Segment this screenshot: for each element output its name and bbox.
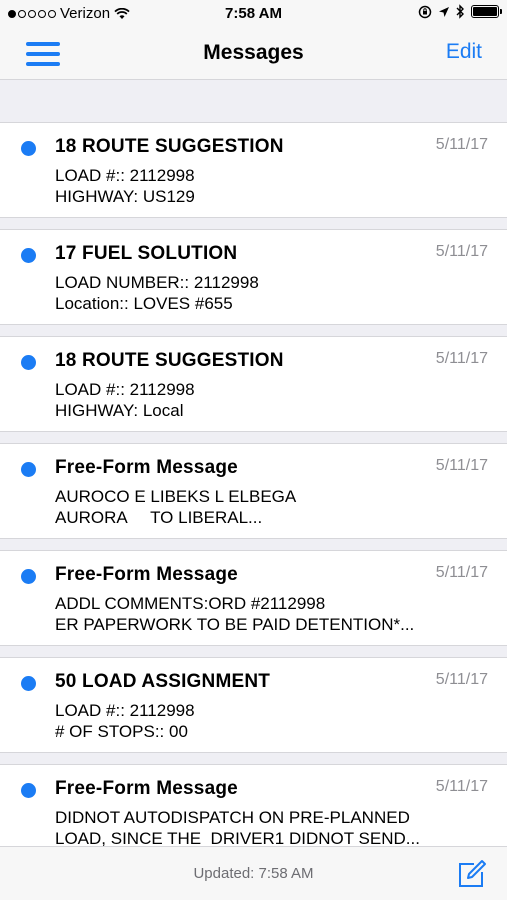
message-preview-line2: Location:: LOVES #655 xyxy=(55,294,233,313)
rotation-lock-icon xyxy=(418,5,432,18)
message-preview-line2: HIGHWAY: US129 xyxy=(55,187,195,206)
message-list: 18 ROUTE SUGGESTION 5/11/17 LOAD #:: 211… xyxy=(0,122,507,871)
unread-dot-icon xyxy=(21,462,36,477)
message-title: 18 ROUTE SUGGESTION xyxy=(55,136,284,157)
message-preview-line1: LOAD #:: 2112998 xyxy=(55,166,195,185)
message-title: Free-Form Message xyxy=(55,564,238,585)
message-row[interactable]: 18 ROUTE SUGGESTION 5/11/17 LOAD #:: 211… xyxy=(0,122,507,218)
message-preview-line2: HIGHWAY: Local xyxy=(55,401,184,420)
bottom-toolbar: Updated: 7:58 AM xyxy=(0,846,507,900)
message-date: 5/11/17 xyxy=(435,671,488,688)
message-title: 17 FUEL SOLUTION xyxy=(55,243,238,264)
message-date: 5/11/17 xyxy=(435,243,488,260)
location-arrow-icon xyxy=(439,6,449,17)
message-row[interactable]: Free-Form Message 5/11/17 ADDL COMMENTS:… xyxy=(0,550,507,646)
message-date: 5/11/17 xyxy=(435,564,488,581)
message-preview-line1: DIDNOT AUTODISPATCH ON PRE-PLANNED xyxy=(55,808,410,827)
compose-icon[interactable] xyxy=(457,859,487,889)
message-preview-line2: # OF STOPS:: 00 xyxy=(55,722,188,741)
message-row[interactable]: 50 LOAD ASSIGNMENT 5/11/17 LOAD #:: 2112… xyxy=(0,657,507,753)
message-preview-line1: LOAD #:: 2112998 xyxy=(55,380,195,399)
unread-dot-icon xyxy=(21,783,36,798)
message-title: 18 ROUTE SUGGESTION xyxy=(55,350,284,371)
message-preview-line1: AUROCO E LIBEKS L ELBEGA xyxy=(55,487,297,506)
bluetooth-icon xyxy=(456,4,464,19)
message-date: 5/11/17 xyxy=(435,350,488,367)
last-updated-label: Updated: 7:58 AM xyxy=(193,865,314,882)
battery-icon xyxy=(471,5,502,18)
status-bar: Verizon 7:58 AM xyxy=(0,0,507,30)
page-title: Messages xyxy=(203,41,304,64)
edit-button[interactable]: Edit xyxy=(446,40,482,64)
message-date: 5/11/17 xyxy=(435,136,488,153)
unread-dot-icon xyxy=(21,569,36,584)
unread-dot-icon xyxy=(21,676,36,691)
message-row[interactable]: 18 ROUTE SUGGESTION 5/11/17 LOAD #:: 211… xyxy=(0,336,507,432)
unread-dot-icon xyxy=(21,355,36,370)
unread-dot-icon xyxy=(21,248,36,263)
message-title: Free-Form Message xyxy=(55,457,238,478)
message-title: Free-Form Message xyxy=(55,778,238,799)
message-preview-line2: ER PAPERWORK TO BE PAID DETENTION*... xyxy=(55,615,415,634)
message-preview-line1: LOAD NUMBER:: 2112998 xyxy=(55,273,259,292)
status-indicators xyxy=(418,4,502,19)
message-preview-line1: ADDL COMMENTS:ORD #2112998 xyxy=(55,594,326,613)
message-row[interactable]: 17 FUEL SOLUTION 5/11/17 LOAD NUMBER:: 2… xyxy=(0,229,507,325)
navigation-bar: Messages Edit xyxy=(0,30,507,80)
message-date: 5/11/17 xyxy=(435,778,488,795)
message-title: 50 LOAD ASSIGNMENT xyxy=(55,671,271,692)
message-row[interactable]: Free-Form Message 5/11/17 AUROCO E LIBEK… xyxy=(0,443,507,539)
message-preview-line1: LOAD #:: 2112998 xyxy=(55,701,195,720)
message-date: 5/11/17 xyxy=(435,457,488,474)
message-preview-line2: AURORA TO LIBERAL... xyxy=(55,508,263,527)
unread-dot-icon xyxy=(21,141,36,156)
